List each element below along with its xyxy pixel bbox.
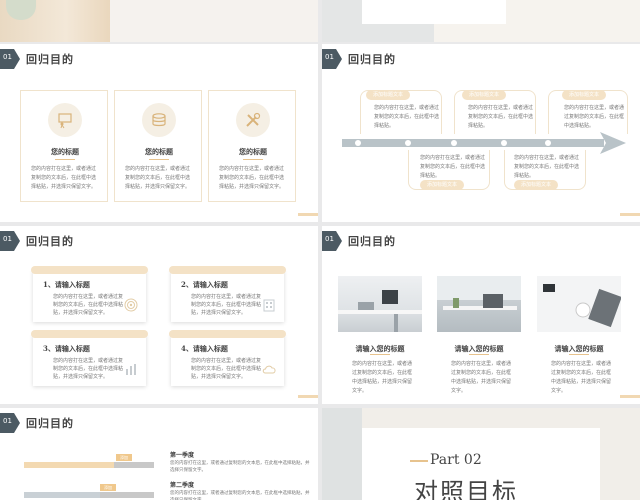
slide-note-cards[interactable]: 01 回归目的 1、请输入标题 您的内容打在这里，或者通过复制您的文本后，在此框… [0,226,318,404]
slide-timeline[interactable]: 01 回归目的 添加标题文本 您的内容打在这里，或者通过复制您的文本后，在此框中… [322,44,640,222]
accent-line [410,460,428,462]
timeline-body: 您的内容打在这里，或者通过复制您的文本后，在此框中选择粘贴。 [514,155,580,179]
photo-title: 请输入您的标题 [554,344,604,353]
timeline-body: 您的内容打在这里，或者通过复制您的文本后，在此框中选择粘贴。 [420,155,486,179]
slide-section-title[interactable]: Part 02 对照目标 [322,408,640,500]
timeline-pill: 添加标题文本 [514,180,558,190]
bar-label: 添加 [100,484,116,491]
presenter-icon [48,103,82,137]
slide-title: 回归目的 [348,53,396,66]
note-body: 您的内容打在这里，或者通过复制您的文本后，在此框中选择粘贴，并选择只保留文字。 [53,358,124,380]
bar-chart-icon [124,361,138,380]
progress-bar-1-end [114,462,154,468]
slide-photos[interactable]: 01 回归目的 请输入您的标题 您的内容打在这里，或者通过复制您的文本后，在此框… [322,226,640,404]
slide-title: 回归目的 [26,53,74,66]
title-underline [370,354,390,355]
title-underline [243,159,263,160]
part-label: Part 02 [430,452,482,468]
tools-icon [236,103,270,137]
card-1[interactable]: 您的标题 您的内容打在这里，或者通过复制您的文本后，在此框中选择粘贴，并选择只保… [20,90,108,202]
note-title: 2、请输入标题 [181,280,228,289]
note-title: 4、请输入标题 [181,344,228,353]
building-icon [262,297,276,316]
slide-top-left[interactable] [0,0,318,42]
quarter-body: 您的内容打在这里，或者通过复制您的文本后，在此框中选择粘贴，并选择只保留文字。 [170,491,310,500]
office-photo-3 [537,276,622,332]
section-number: 01 [3,235,12,243]
card-title: 您的标题 [145,147,173,156]
white-panel-2 [434,0,506,24]
section-number: 01 [325,53,334,61]
timeline-body: 您的内容打在这里，或者通过复制您的文本后，在此框中选择粘贴。 [468,105,534,129]
note-body: 您的内容打在这里，或者通过复制您的文本后，在此框中选择粘贴，并选择只保留文字。 [53,294,124,316]
title-underline [469,354,489,355]
cloud-icon [262,361,276,380]
slide-title: 回归目的 [26,235,74,248]
card-body: 您的内容打在这里，或者通过复制您的文本后，在此框中选择粘贴，并选择只保留文字。 [31,166,97,190]
bar-label: 添加 [116,454,132,461]
note-title: 1、请输入标题 [43,280,90,289]
note-card-1[interactable]: 1、请输入标题 您的内容打在这里，或者通过复制您的文本后，在此框中选择粘贴，并选… [31,266,148,322]
slide-quarters[interactable]: 01 回归目的 添加 添加 第一季度 您的内容打在这里，或者通过复制您的文本后，… [0,408,318,500]
card-body: 您的内容打在这里，或者通过复制您的文本后，在此框中选择粘贴，并选择只保留文字。 [125,166,191,190]
slide-title: 回归目的 [348,235,396,248]
photo-title: 请输入您的标题 [355,344,405,353]
progress-bar-2-end [100,492,154,498]
note-title: 3、请输入标题 [43,344,90,353]
note-tab [31,266,148,274]
pale-panel [110,0,318,42]
white-panel [362,0,434,24]
card-title: 您的标题 [51,147,79,156]
note-body: 您的内容打在这里，或者通过复制您的文本后，在此框中选择粘贴，并选择只保留文字。 [191,294,262,316]
accent-bar [298,213,318,216]
timeline-pill: 添加标题文本 [462,90,506,100]
card-title: 您的标题 [239,147,267,156]
card-2[interactable]: 您的标题 您的内容打在这里，或者通过复制您的文本后，在此框中选择粘贴，并选择只保… [114,90,202,202]
photo-body: 您的内容打在这里，或者通过复制您的文本后，在此框中选择粘贴，并选择只保留文字。 [352,361,413,394]
note-tab [169,330,286,338]
slide-top-right[interactable] [322,0,640,42]
note-card-2[interactable]: 2、请输入标题 您的内容打在这里，或者通过复制您的文本后，在此框中选择粘贴，并选… [169,266,286,322]
photo-title: 请输入您的标题 [454,344,504,353]
timeline-pill: 添加标题文本 [420,180,464,190]
photo-body: 您的内容打在这里，或者通过复制您的文本后，在此框中选择粘贴，并选择只保留文字。 [451,361,512,394]
office-photo-1 [338,276,422,332]
timeline-body: 您的内容打在这里，或者通过复制您的文本后，在此框中选择粘贴。 [374,105,440,129]
note-tab [31,330,148,338]
section-title: 对照目标 [414,478,518,500]
quarter-title: 第一季度 [170,452,195,459]
coins-icon [142,103,176,137]
section-number: 01 [3,417,12,425]
office-photo-2 [437,276,521,332]
timeline-body: 您的内容打在这里，或者通过复制您的文本后，在此框中选择粘贴。 [564,105,625,129]
accent-bar [620,213,640,216]
photo-body: 您的内容打在这里，或者通过复制您的文本后，在此框中选择粘贴，并选择只保留文字。 [551,361,612,394]
section-number: 01 [3,53,12,61]
quarter-title: 第二季度 [170,482,195,489]
target-icon [124,297,138,316]
slide-three-cards[interactable]: 01 回归目的 您的标题 您的内容打在这里，或者通过复制您的文本后，在此框中选择… [0,44,318,222]
title-underline [569,354,589,355]
section-number: 01 [325,235,334,243]
slide-title: 回归目的 [26,417,74,430]
title-underline [55,159,75,160]
accent-bar [620,395,640,398]
note-tab [169,266,286,274]
card-3[interactable]: 您的标题 您的内容打在这里，或者通过复制您的文本后，在此框中选择粘贴，并选择只保… [208,90,296,202]
card-body: 您的内容打在这里，或者通过复制您的文本后，在此框中选择粘贴，并选择只保留文字。 [219,166,285,190]
timeline-pill: 添加标题文本 [366,90,410,100]
quarter-body: 您的内容打在这里，或者通过复制您的文本后，在此框中选择粘贴，并选择只保留文字。 [170,461,310,473]
note-card-3[interactable]: 3、请输入标题 您的内容打在这里，或者通过复制您的文本后，在此框中选择粘贴，并选… [31,330,148,386]
note-card-4[interactable]: 4、请输入标题 您的内容打在这里，或者通过复制您的文本后，在此框中选择粘贴，并选… [169,330,286,386]
note-body: 您的内容打在这里，或者通过复制您的文本后，在此框中选择粘贴，并选择只保留文字。 [191,358,262,380]
timeline-pill: 添加标题文本 [562,90,606,100]
accent-bar [298,395,318,398]
title-underline [149,159,169,160]
